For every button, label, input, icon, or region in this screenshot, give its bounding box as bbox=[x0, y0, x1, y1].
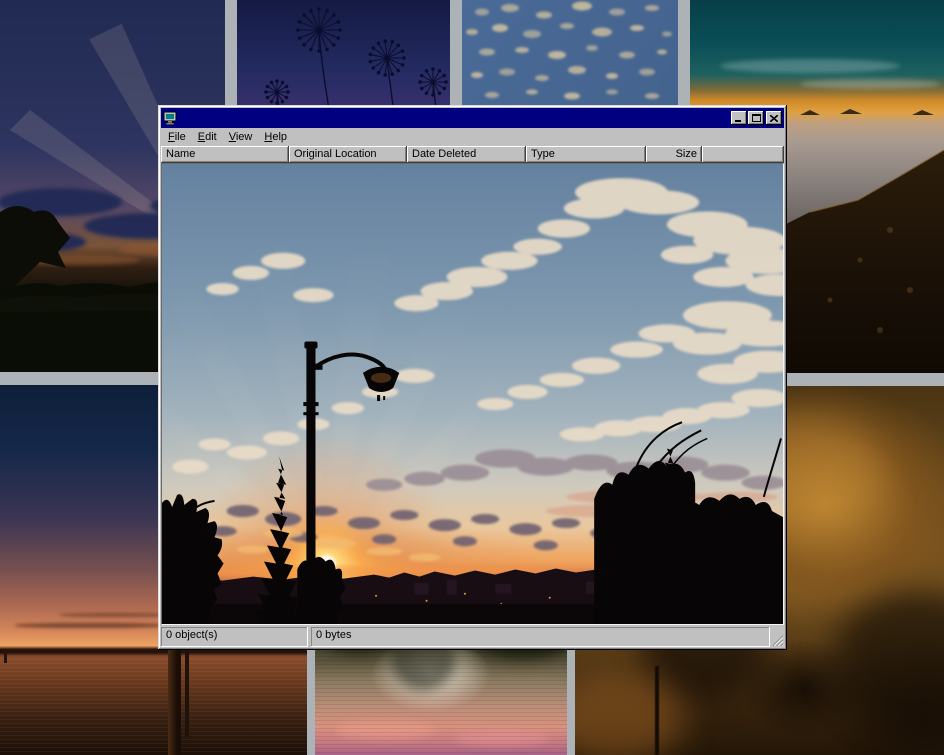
menu-bar: File Edit View Help bbox=[161, 128, 784, 146]
water-pole-thin bbox=[185, 645, 189, 737]
file-list-area[interactable] bbox=[161, 163, 784, 625]
column-header-size[interactable]: Size bbox=[646, 146, 702, 163]
cloud-speckles bbox=[466, 2, 672, 116]
recycle-bin-window: File Edit View Help Name Original Locati… bbox=[158, 105, 787, 650]
column-header-original-location[interactable]: Original Location bbox=[289, 146, 407, 163]
menu-help[interactable]: Help bbox=[258, 129, 293, 146]
menu-view[interactable]: View bbox=[223, 129, 259, 146]
water-pole bbox=[168, 648, 181, 755]
close-icon bbox=[770, 115, 778, 122]
computer-monitor-icon[interactable] bbox=[163, 111, 177, 125]
status-bar: 0 object(s) 0 bytes bbox=[161, 625, 784, 647]
resize-grip[interactable] bbox=[770, 627, 784, 647]
column-header-row: Name Original Location Date Deleted Type… bbox=[161, 146, 784, 163]
status-byte-count: 0 bytes bbox=[311, 627, 770, 647]
minimize-icon bbox=[735, 115, 743, 122]
column-header-date-deleted[interactable]: Date Deleted bbox=[407, 146, 526, 163]
maximize-icon bbox=[752, 114, 761, 122]
sunset-lamppost-photo bbox=[162, 164, 783, 624]
status-object-count: 0 object(s) bbox=[161, 627, 308, 647]
menu-edit[interactable]: Edit bbox=[192, 129, 223, 146]
menu-file[interactable]: File bbox=[162, 129, 192, 146]
minimize-button[interactable] bbox=[731, 111, 747, 125]
close-button[interactable] bbox=[766, 111, 782, 125]
column-header-name[interactable]: Name bbox=[161, 146, 289, 163]
column-header-type[interactable]: Type bbox=[526, 146, 646, 163]
water-pole-stub bbox=[4, 651, 7, 663]
blurred-pole-silhouette bbox=[655, 666, 659, 755]
column-header-filler bbox=[702, 146, 784, 163]
maximize-button[interactable] bbox=[748, 111, 764, 125]
title-bar[interactable] bbox=[161, 108, 784, 128]
